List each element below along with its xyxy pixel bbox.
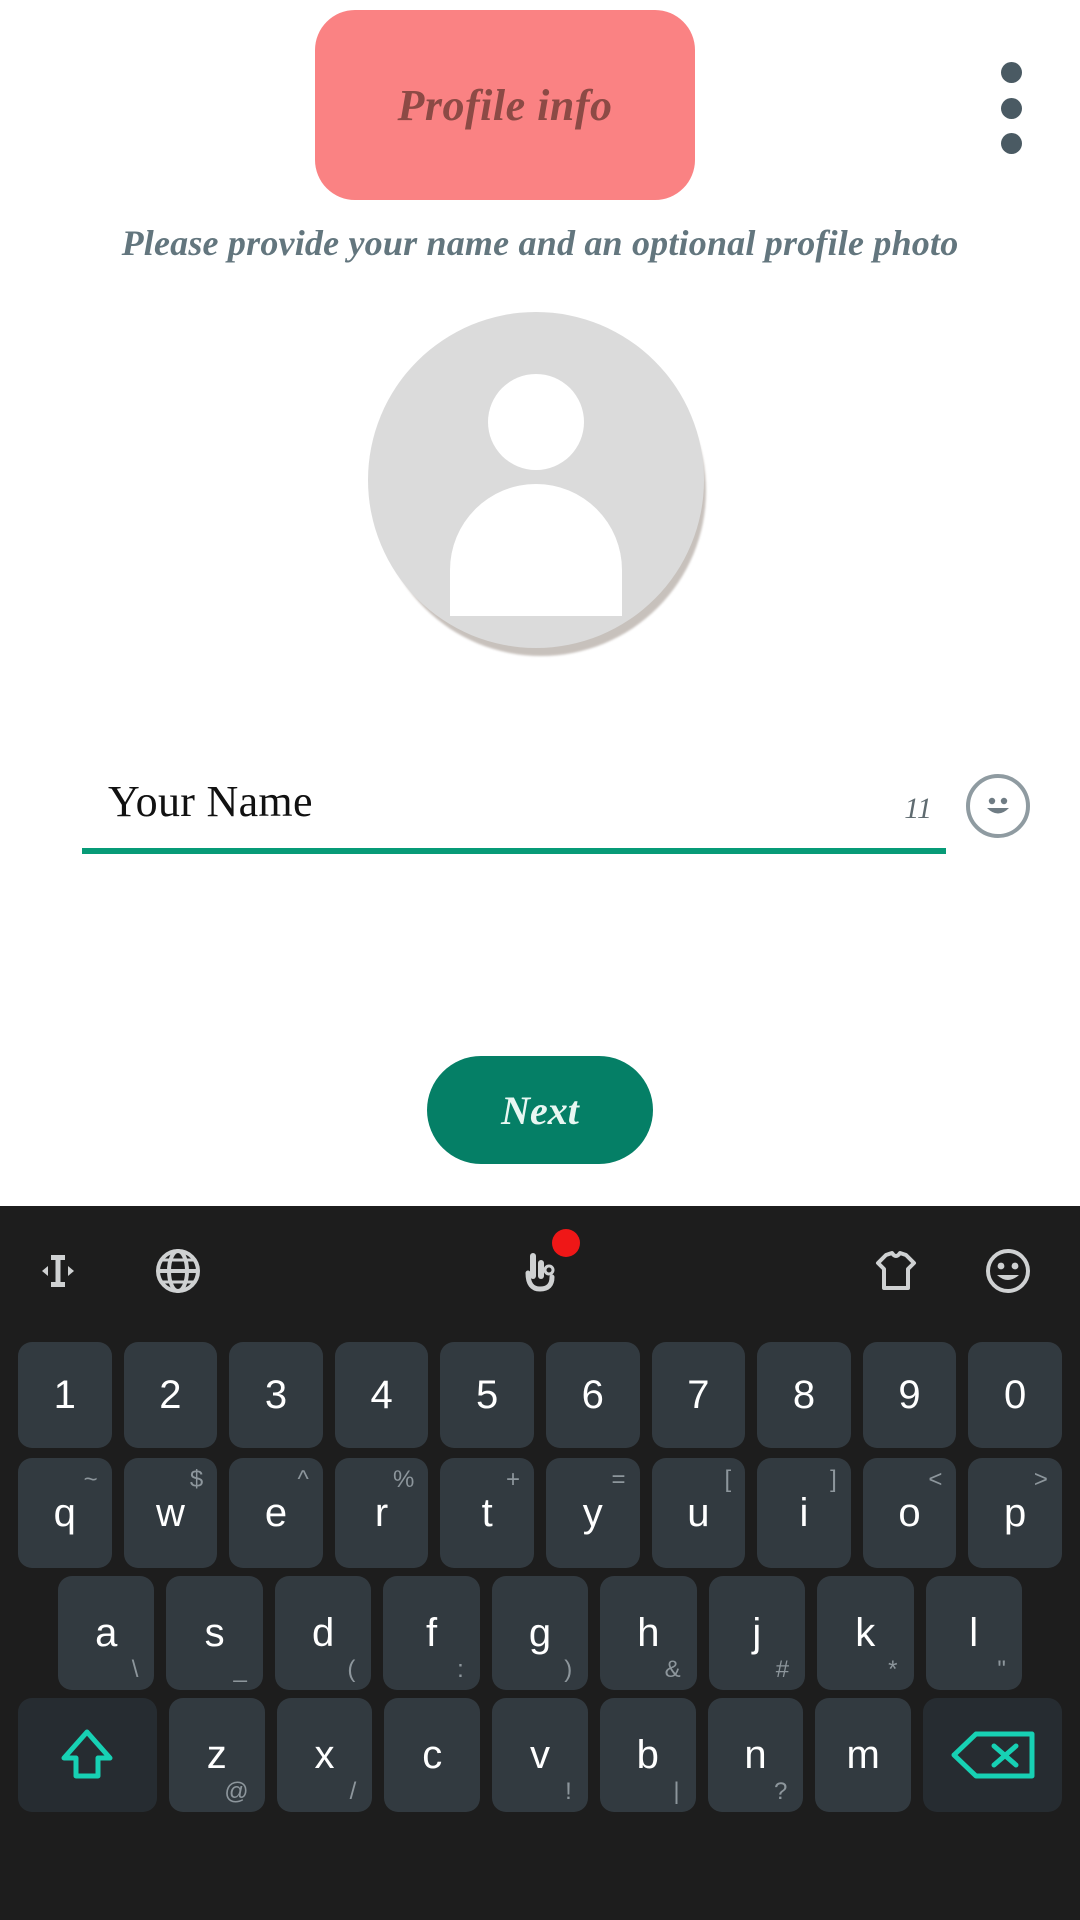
kebab-menu-icon[interactable]	[1000, 62, 1022, 154]
key-l[interactable]: l "	[925, 1576, 1022, 1690]
app-topbar: Profile info	[0, 0, 1080, 210]
key-p[interactable]: > p	[968, 1458, 1062, 1568]
next-button[interactable]: Next	[427, 1056, 653, 1164]
name-input-container[interactable]: Your Name 11	[82, 770, 946, 862]
keyboard-row-home: a \ s _ d( f: g) h & j # k * l "	[0, 1572, 1080, 1694]
key-y[interactable]: = y	[545, 1458, 640, 1568]
keyboard-row-top: ~ q $ w ^ e % r + t = y [u ] i < o > p	[0, 1454, 1080, 1572]
key-7[interactable]: 7	[651, 1342, 746, 1448]
key-d[interactable]: d(	[274, 1576, 372, 1690]
key-t[interactable]: + t	[440, 1458, 534, 1568]
page-subtitle: Please provide your name and an optional…	[121, 223, 959, 263]
key-a[interactable]: a \	[58, 1576, 155, 1690]
key-0[interactable]: 0	[968, 1342, 1062, 1448]
emoji-face-icon[interactable]	[970, 1233, 1046, 1309]
page-title: Profile info	[397, 80, 613, 130]
app-content: Profile info Please provide your name an…	[0, 0, 1080, 1206]
key-5[interactable]: 5	[440, 1342, 534, 1448]
key-c[interactable]: c	[384, 1698, 481, 1812]
key-v[interactable]: v!	[492, 1698, 588, 1812]
on-screen-keyboard: 1 2 3 4 5 6 7 8 9 0 ~ q $ w ^ e % r + t = y [u…	[0, 1206, 1080, 1920]
key-6[interactable]: 6	[545, 1342, 640, 1448]
kebab-dot	[1000, 97, 1022, 119]
name-input[interactable]: Your Name	[108, 776, 808, 827]
globe-language-icon[interactable]	[140, 1233, 216, 1309]
keyboard-toolbar	[0, 1206, 1080, 1336]
keyboard-row-bottom: z @ x / c v! b | n? m	[0, 1694, 1080, 1816]
key-q[interactable]: ~ q	[18, 1458, 112, 1568]
kebab-dot	[1000, 62, 1022, 83]
kebab-dot	[1000, 133, 1022, 154]
cursor-move-icon[interactable]	[20, 1233, 96, 1309]
backspace-icon[interactable]	[923, 1698, 1062, 1812]
shift-arrow-icon[interactable]	[18, 1698, 157, 1812]
key-g[interactable]: g)	[491, 1576, 589, 1690]
character-counter: 11	[904, 792, 932, 825]
key-k[interactable]: k *	[817, 1576, 914, 1690]
smiley-face-icon[interactable]	[966, 774, 1030, 838]
key-e[interactable]: ^ e	[229, 1458, 323, 1568]
key-f[interactable]: f:	[383, 1576, 480, 1690]
key-z[interactable]: z @	[168, 1698, 265, 1812]
key-b[interactable]: b |	[599, 1698, 696, 1812]
notification-badge	[552, 1229, 580, 1257]
key-s[interactable]: s _	[166, 1576, 263, 1690]
key-r[interactable]: % r	[334, 1458, 429, 1568]
keyboard-row-numbers: 1 2 3 4 5 6 7 8 9 0	[0, 1336, 1080, 1454]
name-input-underline	[82, 848, 946, 854]
key-o[interactable]: < o	[862, 1458, 957, 1568]
keyboard-key-rows: 1 2 3 4 5 6 7 8 9 0 ~ q $ w ^ e % r + t = y [u…	[0, 1336, 1080, 1920]
key-2[interactable]: 2	[123, 1342, 218, 1448]
key-8[interactable]: 8	[757, 1342, 851, 1448]
key-h[interactable]: h &	[600, 1576, 697, 1690]
key-x[interactable]: x /	[276, 1698, 373, 1812]
gesture-hand-icon[interactable]	[502, 1229, 580, 1309]
key-4[interactable]: 4	[334, 1342, 429, 1448]
name-field-row: Your Name 11	[82, 770, 1030, 880]
key-u[interactable]: [u	[651, 1458, 746, 1568]
page-title-pill: Profile info	[315, 10, 695, 200]
next-button-label: Next	[501, 1087, 579, 1133]
key-3[interactable]: 3	[229, 1342, 323, 1448]
key-m[interactable]: m	[815, 1698, 912, 1812]
key-1[interactable]: 1	[18, 1342, 112, 1448]
key-i[interactable]: ] i	[757, 1458, 851, 1568]
key-w[interactable]: $ w	[123, 1458, 218, 1568]
key-9[interactable]: 9	[862, 1342, 957, 1448]
key-j[interactable]: j #	[708, 1576, 806, 1690]
key-n[interactable]: n?	[707, 1698, 804, 1812]
profile-photo-picker[interactable]	[368, 312, 712, 656]
tshirt-theme-icon[interactable]	[858, 1233, 934, 1309]
avatar-head-shape	[488, 374, 584, 470]
default-person-avatar-icon[interactable]	[368, 312, 704, 648]
avatar-body-shape	[450, 484, 622, 616]
phone-screen: Profile info Please provide your name an…	[0, 0, 1080, 1920]
